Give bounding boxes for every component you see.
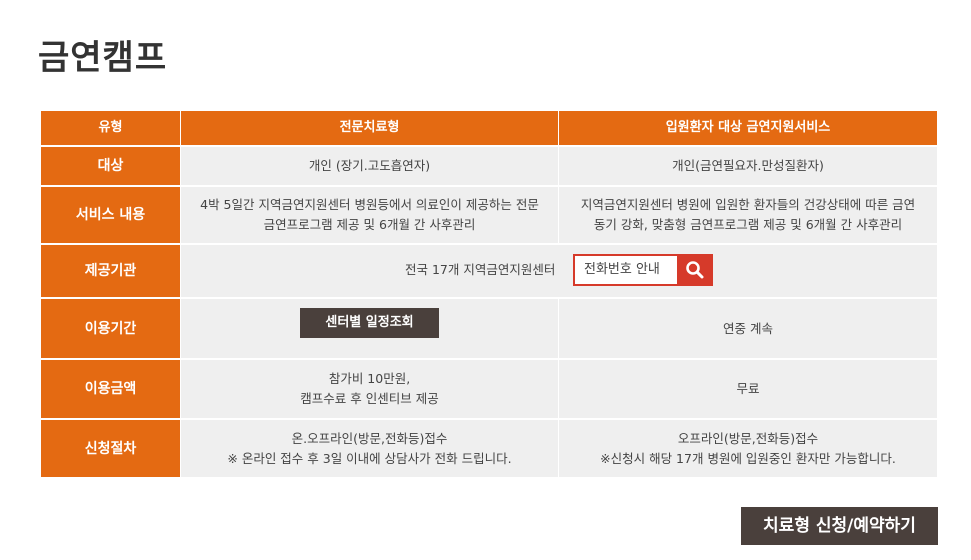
provider-wrap: 전국 17개 지역금연지원센터 전화번호 안내 bbox=[181, 245, 937, 297]
phone-number-guide-label: 전화번호 안내 bbox=[584, 262, 660, 277]
target-inpatient: 개인(금연필요자.만성질환자) bbox=[558, 145, 938, 187]
service-inpatient: 지역금연지원센터 병원에 입원한 환자들의 건강상태에 따른 금연 동기 강화,… bbox=[558, 185, 938, 245]
service-specialized: 4박 5일간 지역금연지원센터 병원등에서 의료인이 제공하는 전문 금연프로그… bbox=[180, 185, 559, 245]
table-row-service: 서비스 내용 4박 5일간 지역금연지원센터 병원등에서 의료인이 제공하는 전… bbox=[40, 185, 938, 245]
row-label-procedure: 신청절차 bbox=[40, 418, 181, 479]
search-icon bbox=[686, 261, 704, 279]
search-button[interactable] bbox=[677, 254, 713, 286]
row-label-provider: 제공기관 bbox=[40, 243, 181, 299]
target-specialized: 개인 (장기.고도흡연자) bbox=[180, 145, 559, 187]
table-row-provider: 제공기관 전국 17개 지역금연지원센터 전화번호 안내 bbox=[40, 243, 938, 299]
row-label-target: 대상 bbox=[40, 145, 181, 187]
service-inpatient-line1: 지역금연지원센터 병원에 입원한 환자들의 건강상태에 따른 금연 bbox=[580, 197, 916, 212]
table-row-procedure: 신청절차 온.오프라인(방문,전화등)접수 ※ 온라인 접수 후 3일 이내에 … bbox=[40, 418, 938, 479]
period-specialized: 센터별 일정조회 bbox=[180, 297, 559, 360]
procedure-specialized-line2: ※ 온라인 접수 후 3일 이내에 상담사가 전화 드립니다. bbox=[227, 450, 512, 466]
service-inpatient-line2: 동기 강화, 맞춤형 금연프로그램 제공 및 6개월 간 사후관리 bbox=[593, 217, 903, 232]
camp-info-table: 유형 전문치료형 입원환자 대상 금연지원서비스 대상 개인 (장기.고도흡연자… bbox=[40, 110, 938, 479]
fee-inpatient: 무료 bbox=[558, 358, 938, 420]
header-col-specialized: 전문치료형 bbox=[180, 110, 559, 147]
fee-specialized-line2: 캠프수료 후 인센티브 제공 bbox=[300, 391, 439, 406]
provider-cell: 전국 17개 지역금연지원센터 전화번호 안내 bbox=[180, 243, 938, 299]
row-label-period: 이용기간 bbox=[40, 297, 181, 360]
table-row-period: 이용기간 센터별 일정조회 연중 계속 bbox=[40, 297, 938, 360]
procedure-inpatient-line2: ※신청시 해당 17개 병원에 입원중인 환자만 가능합니다. bbox=[600, 450, 896, 466]
table-row-fee: 이용금액 참가비 10만원, 캠프수료 후 인센티브 제공 무료 bbox=[40, 358, 938, 420]
procedure-specialized: 온.오프라인(방문,전화등)접수 ※ 온라인 접수 후 3일 이내에 상담사가 … bbox=[180, 418, 559, 479]
apply-reserve-button[interactable]: 치료형 신청/예약하기 bbox=[741, 507, 938, 545]
table-row-target: 대상 개인 (장기.고도흡연자) 개인(금연필요자.만성질환자) bbox=[40, 145, 938, 187]
procedure-specialized-line1: 온.오프라인(방문,전화등)접수 bbox=[291, 430, 448, 446]
center-schedule-button[interactable]: 센터별 일정조회 bbox=[300, 308, 439, 338]
row-label-fee: 이용금액 bbox=[40, 358, 181, 420]
procedure-inpatient: 오프라인(방문,전화등)접수 ※신청시 해당 17개 병원에 입원중인 환자만 … bbox=[558, 418, 938, 479]
procedure-inpatient-line1: 오프라인(방문,전화등)접수 bbox=[677, 430, 819, 446]
page-title: 금연캠프 bbox=[38, 38, 168, 78]
fee-specialized-line1: 참가비 10만원, bbox=[328, 371, 411, 386]
fee-specialized: 참가비 10만원, 캠프수료 후 인센티브 제공 bbox=[180, 358, 559, 420]
header-type: 유형 bbox=[40, 110, 181, 147]
table-header-row: 유형 전문치료형 입원환자 대상 금연지원서비스 bbox=[40, 110, 938, 147]
provider-text: 전국 17개 지역금연지원센터 bbox=[405, 262, 556, 277]
period-inpatient: 연중 계속 bbox=[558, 297, 938, 360]
phone-number-guide-field[interactable]: 전화번호 안내 bbox=[573, 254, 688, 286]
service-specialized-line2: 금연프로그램 제공 및 6개월 간 사후관리 bbox=[263, 217, 476, 232]
header-col-inpatient: 입원환자 대상 금연지원서비스 bbox=[558, 110, 938, 147]
row-label-service: 서비스 내용 bbox=[40, 185, 181, 245]
service-specialized-line1: 4박 5일간 지역금연지원센터 병원등에서 의료인이 제공하는 전문 bbox=[200, 197, 539, 212]
